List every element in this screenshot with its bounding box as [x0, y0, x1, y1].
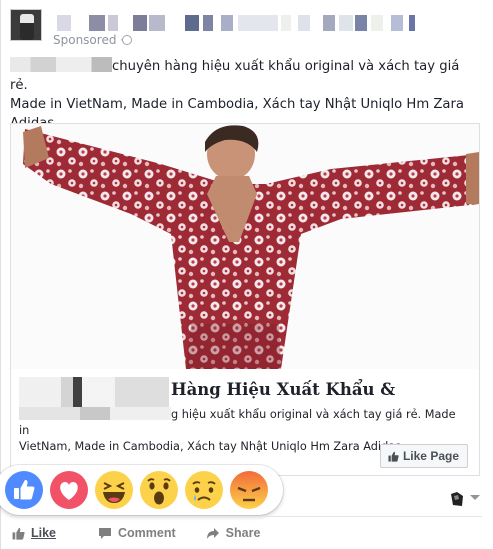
comment-icon [99, 527, 112, 539]
page-avatar[interactable] [10, 9, 42, 41]
reaction-selector[interactable] [448, 488, 482, 508]
user-avatar-icon [448, 490, 466, 508]
comment-button[interactable]: Comment [98, 521, 176, 545]
wow-reaction-icon[interactable] [139, 470, 179, 510]
haha-reaction-icon[interactable] [94, 470, 134, 510]
preview-photo[interactable] [11, 124, 479, 369]
chevron-down-icon[interactable] [470, 495, 480, 500]
like-page-button[interactable]: Like Page [379, 444, 468, 468]
share-icon [206, 527, 219, 539]
sad-reaction-icon[interactable] [184, 470, 224, 510]
post-body: chuyên hàng hiệu xuất khẩu original và x… [10, 57, 480, 133]
globe-icon [122, 35, 132, 45]
feed-post-card: Sponsored · chuyên hàng hiệu xuất khẩu o… [0, 0, 493, 549]
like-reaction-icon[interactable] [4, 470, 44, 510]
thumbs-up-icon [12, 527, 25, 540]
divider [10, 516, 482, 517]
angry-reaction-icon[interactable] [229, 470, 269, 510]
post-text-line2: Made in VietNam, Made in Cambodia, Xách … [10, 97, 465, 112]
sponsored-label[interactable]: Sponsored · [53, 33, 124, 47]
love-reaction-icon[interactable] [49, 470, 89, 510]
reactions-bar [0, 465, 283, 515]
page-name-redacted[interactable] [53, 15, 415, 31]
link-title[interactable]: Hàng Hiệu Xuất Khẩu & [171, 380, 395, 399]
redacted-text [10, 57, 112, 72]
comment-label: Comment [118, 526, 176, 540]
like-label: Like [31, 526, 57, 540]
like-page-label: Like Page [402, 449, 459, 463]
model-in-floral-shirt-image [11, 124, 479, 369]
share-button[interactable]: Share [206, 521, 261, 545]
share-label: Share [225, 526, 261, 540]
post-actions: Like Comment Share [10, 521, 482, 545]
thumbs-up-icon [388, 451, 399, 462]
redacted-text [19, 407, 171, 420]
like-button[interactable]: Like [12, 521, 56, 545]
link-desc-line2: VietNam, Made in Cambodia, Xách tay Nhật… [19, 440, 402, 453]
link-preview[interactable]: Hàng Hiệu Xuất Khẩu & g hiệu xuất khẩu o… [10, 123, 480, 476]
